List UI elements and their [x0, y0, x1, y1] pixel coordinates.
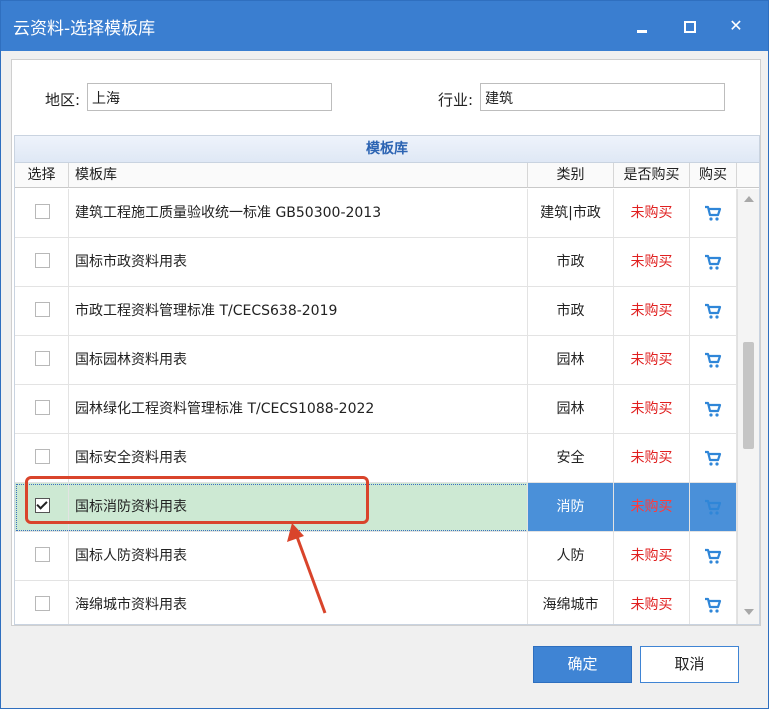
confirm-button[interactable]: 确定 — [533, 646, 632, 683]
cancel-button[interactable]: 取消 — [640, 646, 739, 683]
annotation-arrow — [287, 523, 327, 614]
dialog-window: 云资料-选择模板库 ✕ 地区: 上海 行业: 建筑 模板库 选择 模板库 类别 … — [0, 0, 769, 709]
